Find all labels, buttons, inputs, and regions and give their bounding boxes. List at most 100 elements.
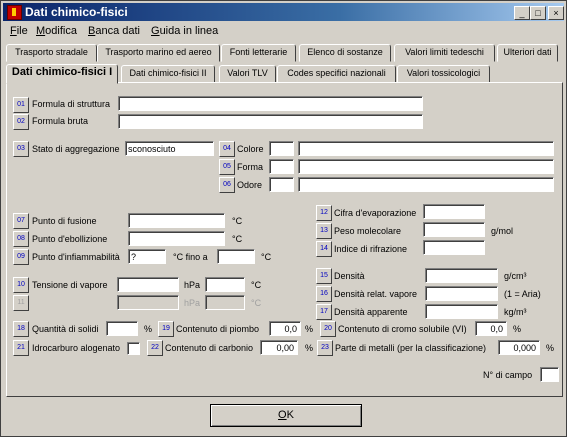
window-title: Dati chimico-fisici — [25, 5, 128, 19]
menu-modifica[interactable]: Modifica — [36, 25, 77, 37]
menu-file[interactable]: File — [10, 25, 28, 37]
tab-codes-nazionali[interactable]: Codes specifici nazionali — [277, 65, 396, 83]
tab-valori-tossicologici[interactable]: Valori tossicologici — [397, 65, 490, 83]
contenuto-piombo-input[interactable]: 0,0 — [269, 321, 301, 336]
tensione-vapore-2-unit-hpa: hPa — [184, 298, 201, 308]
field-01-button[interactable]: 01 — [13, 97, 29, 113]
densita-input[interactable] — [425, 268, 498, 283]
tensione-vapore-2-temp-input — [205, 295, 245, 310]
menu-banca-dati[interactable]: Banca dati — [88, 25, 140, 37]
field-21-button[interactable]: 21 — [13, 340, 29, 356]
stato-aggregazione-input[interactable]: sconosciuto — [125, 141, 214, 156]
tensione-vapore-input[interactable] — [117, 277, 179, 292]
odore-code-input[interactable] — [269, 177, 294, 192]
tab-ulteriori-dati[interactable]: Ulteriori dati — [497, 44, 558, 62]
field-10-button[interactable]: 10 — [13, 277, 29, 293]
densita-label: Densità — [334, 271, 365, 281]
field-03-button[interactable]: 03 — [13, 141, 29, 157]
parte-metalli-input[interactable]: 0,000 — [498, 340, 540, 355]
formula-bruta-input[interactable] — [118, 114, 423, 129]
formula-struttura-label: Formula di struttura — [32, 99, 111, 109]
field-13-button[interactable]: 13 — [316, 223, 332, 239]
field-02-button[interactable]: 02 — [13, 114, 29, 130]
punto-ebollizione-unit: °C — [232, 234, 243, 244]
contenuto-piombo-unit: % — [305, 324, 314, 334]
tab-fonti-letterarie[interactable]: Fonti letterarie — [221, 44, 296, 62]
formula-bruta-label: Formula bruta — [32, 116, 89, 126]
tab-dati-chimico-fisici-1[interactable]: Dati chimico-fisici I — [6, 64, 118, 84]
parte-metalli-label: Parte di metalli (per la classificazione… — [335, 343, 487, 353]
title-bar[interactable]: Dati chimico-fisici _ □ × — [3, 3, 564, 21]
maximize-button[interactable]: □ — [530, 6, 546, 20]
field-18-button[interactable]: 18 — [13, 321, 29, 337]
menu-guida[interactable]: Guida in linea — [151, 25, 218, 37]
numero-campo-label: N° di campo — [483, 370, 533, 380]
tab-valori-tlv[interactable]: Valori TLV — [219, 65, 276, 83]
punto-fusione-unit: °C — [232, 216, 243, 226]
field-04-button[interactable]: 04 — [219, 141, 235, 157]
indice-rifrazione-label: Indice di rifrazione — [334, 244, 408, 254]
tab-elenco-sostanze[interactable]: Elenco di sostanze — [299, 44, 391, 62]
forma-code-input[interactable] — [269, 159, 294, 174]
densita-vapore-input[interactable] — [425, 286, 498, 301]
colore-code-input[interactable] — [269, 141, 294, 156]
contenuto-cromo-input[interactable]: 0,0 — [475, 321, 507, 336]
cifra-evaporazione-input[interactable] — [423, 204, 485, 219]
menu-bar: File Modifica Banca dati Guida in linea — [3, 23, 564, 40]
contenuto-carbonio-input[interactable]: 0,00 — [260, 340, 298, 355]
field-07-button[interactable]: 07 — [13, 213, 29, 229]
colore-label: Colore — [237, 144, 264, 154]
formula-struttura-input[interactable] — [118, 96, 423, 111]
idrocarburo-checkbox[interactable] — [127, 342, 140, 355]
densita-unit: g/cm³ — [504, 271, 527, 281]
field-20-button[interactable]: 20 — [320, 321, 336, 337]
field-11-button: 11 — [13, 295, 29, 311]
contenuto-carbonio-unit: % — [305, 343, 314, 353]
tab-trasporto-marino[interactable]: Trasporto marino ed aereo — [97, 44, 220, 62]
colore-input[interactable] — [298, 141, 554, 156]
quantita-solidi-input[interactable] — [106, 321, 138, 336]
field-15-button[interactable]: 15 — [316, 268, 332, 284]
punto-infiammabilita-input[interactable]: ? — [128, 249, 166, 264]
numero-campo-input[interactable] — [540, 367, 559, 382]
field-16-button[interactable]: 16 — [316, 286, 332, 302]
peso-molecolare-input[interactable] — [423, 222, 485, 237]
tab-dati-chimico-fisici-2[interactable]: Dati chimico-fisici II — [121, 65, 215, 83]
fino-a-label: °C fino a — [173, 252, 208, 262]
field-05-button[interactable]: 05 — [219, 159, 235, 175]
tensione-vapore-unit-hpa: hPa — [184, 280, 201, 290]
field-19-button[interactable]: 19 — [158, 321, 174, 337]
field-09-button[interactable]: 09 — [13, 249, 29, 265]
punto-ebollizione-input[interactable] — [128, 231, 225, 246]
tensione-vapore-2-input — [117, 295, 179, 310]
minimize-button[interactable]: _ — [514, 6, 530, 20]
idrocarburo-label: Idrocarburo alogenato — [32, 343, 121, 353]
tensione-vapore-temp-input[interactable] — [205, 277, 245, 292]
densita-apparente-input[interactable] — [425, 304, 498, 319]
parte-metalli-unit: % — [546, 343, 555, 353]
densita-apparente-label: Densità apparente — [334, 307, 408, 317]
quantita-solidi-unit: % — [144, 324, 153, 334]
tensione-vapore-unit-c: °C — [251, 280, 262, 290]
dialog-window: Dati chimico-fisici _ □ × File Modifica … — [0, 0, 567, 437]
tab-trasporto-stradale[interactable]: Trasporto stradale — [6, 44, 97, 62]
field-08-button[interactable]: 08 — [13, 231, 29, 247]
field-17-button[interactable]: 17 — [316, 304, 332, 320]
tab-valori-limiti[interactable]: Valori limiti tedeschi — [394, 44, 495, 62]
field-23-button[interactable]: 23 — [317, 340, 333, 356]
odore-input[interactable] — [298, 177, 554, 192]
ok-button[interactable]: OK — [210, 404, 362, 427]
field-22-button[interactable]: 22 — [147, 340, 163, 356]
close-button[interactable]: × — [548, 6, 564, 20]
punto-fusione-input[interactable] — [128, 213, 225, 228]
contenuto-carbonio-label: Contenuto di carbonio — [165, 343, 254, 353]
indice-rifrazione-input[interactable] — [423, 240, 485, 255]
field-12-button[interactable]: 12 — [316, 205, 332, 221]
odore-label: Odore — [237, 180, 263, 190]
forma-input[interactable] — [298, 159, 554, 174]
field-06-button[interactable]: 06 — [219, 177, 235, 193]
densita-vapore-label: Densità relat. vapore — [334, 289, 418, 299]
punto-fusione-label: Punto di fusione — [32, 216, 97, 226]
punto-infiammabilita-to-input[interactable] — [217, 249, 255, 264]
field-14-button[interactable]: 14 — [316, 241, 332, 257]
